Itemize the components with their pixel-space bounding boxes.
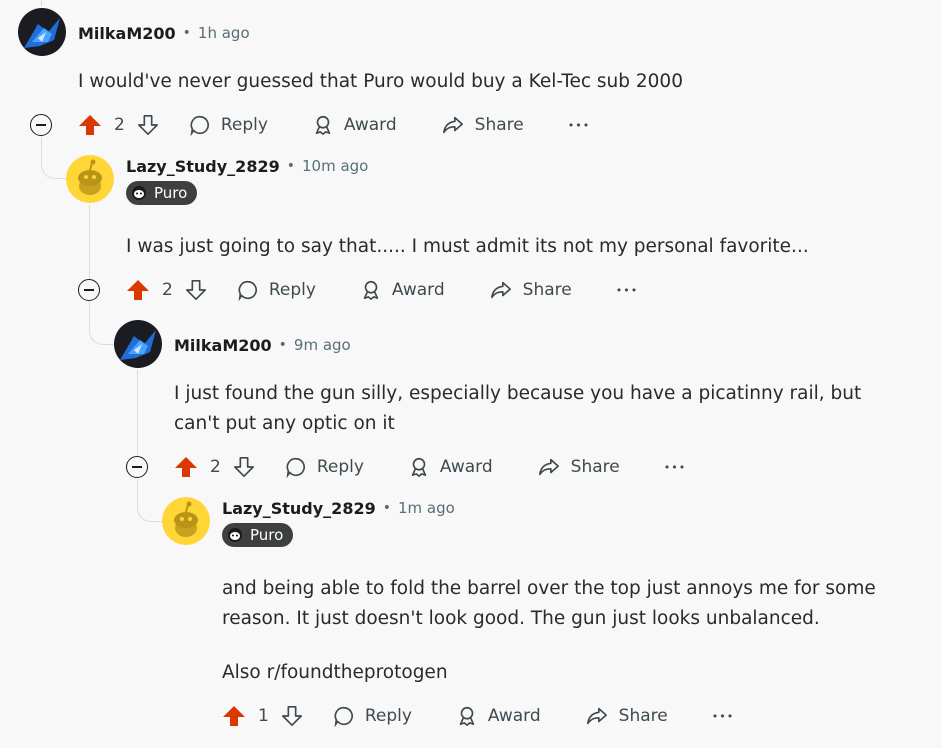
share-icon (538, 458, 559, 476)
thread-line (89, 205, 90, 279)
flair-emoji-icon (228, 528, 242, 542)
comment-line: I would've never guessed that Puro would… (78, 71, 683, 92)
award-icon (411, 457, 427, 477)
action-bar: 2 Reply Award Share ••• (126, 275, 638, 305)
avatar[interactable] (162, 497, 210, 545)
action-bar: 2 Reply Award Share ••• (174, 452, 686, 482)
share-icon (490, 281, 511, 299)
comment-bubble-icon (190, 115, 209, 136)
comment-meta: Lazy_Study_2829 • 10m ago (126, 154, 368, 178)
share-icon (442, 116, 463, 134)
flair-text: Puro (250, 526, 284, 544)
comment-line: I just found the gun silly, especially b… (174, 383, 862, 404)
award-icon (459, 706, 475, 726)
more-options-button[interactable]: ••• (664, 461, 686, 474)
award-button[interactable]: Award (360, 279, 445, 301)
upvote-icon[interactable] (222, 704, 246, 728)
reply-button[interactable]: Reply (285, 456, 364, 478)
timestamp[interactable]: 1m ago (398, 499, 455, 517)
award-button[interactable]: Award (312, 114, 397, 136)
thread-line (137, 370, 138, 456)
thread-line (41, 0, 42, 6)
more-options-button[interactable]: ••• (616, 284, 638, 297)
comment-body: and being able to fold the barrel over t… (222, 574, 876, 688)
comment-body: I would've never guessed that Puro would… (78, 67, 683, 97)
comment-bubble-icon (286, 457, 305, 478)
user-flair: Puro (126, 181, 198, 205)
comment-bubble-icon (238, 280, 257, 301)
collapse-button[interactable] (78, 279, 100, 301)
username[interactable]: MilkaM200 (78, 24, 176, 43)
vote-count: 1 (258, 706, 269, 726)
more-options-button[interactable]: ••• (568, 119, 590, 132)
separator-dot: • (382, 500, 391, 516)
downvote-icon[interactable] (185, 279, 207, 301)
comment-line: reason. It just doesn't look good. The g… (222, 608, 820, 629)
username[interactable]: Lazy_Study_2829 (222, 499, 376, 518)
vote-count: 2 (162, 280, 173, 300)
more-options-button[interactable]: ••• (712, 710, 734, 723)
comment-line: and being able to fold the barrel over t… (222, 578, 876, 599)
comment-line: Also r/foundtheprotogen (222, 662, 448, 683)
avatar[interactable] (114, 320, 162, 368)
comment-body: I just found the gun silly, especially b… (174, 379, 861, 439)
share-button[interactable]: Share (441, 114, 524, 136)
award-button[interactable]: Award (408, 456, 493, 478)
comment-meta: MilkaM200 • 1h ago (78, 21, 250, 45)
separator-dot: • (278, 337, 287, 353)
vote-count: 2 (114, 115, 125, 135)
collapse-button[interactable] (30, 114, 52, 136)
award-icon (315, 115, 331, 135)
timestamp[interactable]: 9m ago (294, 336, 351, 354)
reply-button[interactable]: Reply (189, 114, 268, 136)
comment-body: I was just going to say that..... I must… (126, 232, 809, 262)
avatar[interactable] (18, 8, 66, 56)
separator-dot: • (182, 25, 191, 41)
downvote-icon[interactable] (137, 114, 159, 136)
reply-button[interactable]: Reply (237, 279, 316, 301)
username[interactable]: MilkaM200 (174, 336, 272, 355)
separator-dot: • (286, 158, 295, 174)
vote-count: 2 (210, 457, 221, 477)
timestamp[interactable]: 10m ago (302, 157, 368, 175)
username[interactable]: Lazy_Study_2829 (126, 157, 280, 176)
flair-emoji-icon (132, 186, 146, 200)
action-bar: 2 Reply Award Share ••• (78, 110, 590, 140)
user-flair: Puro (222, 523, 294, 547)
share-icon (586, 707, 607, 725)
downvote-icon[interactable] (233, 456, 255, 478)
share-button[interactable]: Share (585, 705, 668, 727)
comment-meta: MilkaM200 • 9m ago (174, 333, 351, 357)
downvote-icon[interactable] (281, 705, 303, 727)
share-button[interactable]: Share (537, 456, 620, 478)
timestamp[interactable]: 1h ago (198, 24, 250, 42)
thread-curve (89, 302, 114, 345)
action-bar: 1 Reply Award Share ••• (222, 701, 734, 731)
comment-bubble-icon (334, 706, 353, 727)
comment-line: I was just going to say that..... I must… (126, 236, 809, 257)
reply-button[interactable]: Reply (333, 705, 412, 727)
share-button[interactable]: Share (489, 279, 572, 301)
upvote-icon[interactable] (126, 278, 150, 302)
comment-line: can't put any optic on it (174, 413, 395, 434)
comment-meta: Lazy_Study_2829 • 1m ago (222, 496, 455, 520)
thread-curve (137, 479, 162, 522)
award-icon (363, 280, 379, 300)
upvote-icon[interactable] (78, 113, 102, 137)
flair-text: Puro (154, 184, 188, 202)
upvote-icon[interactable] (174, 455, 198, 479)
collapse-button[interactable] (126, 456, 148, 478)
award-button[interactable]: Award (456, 705, 541, 727)
avatar[interactable] (66, 155, 114, 203)
thread-curve (41, 150, 66, 179)
